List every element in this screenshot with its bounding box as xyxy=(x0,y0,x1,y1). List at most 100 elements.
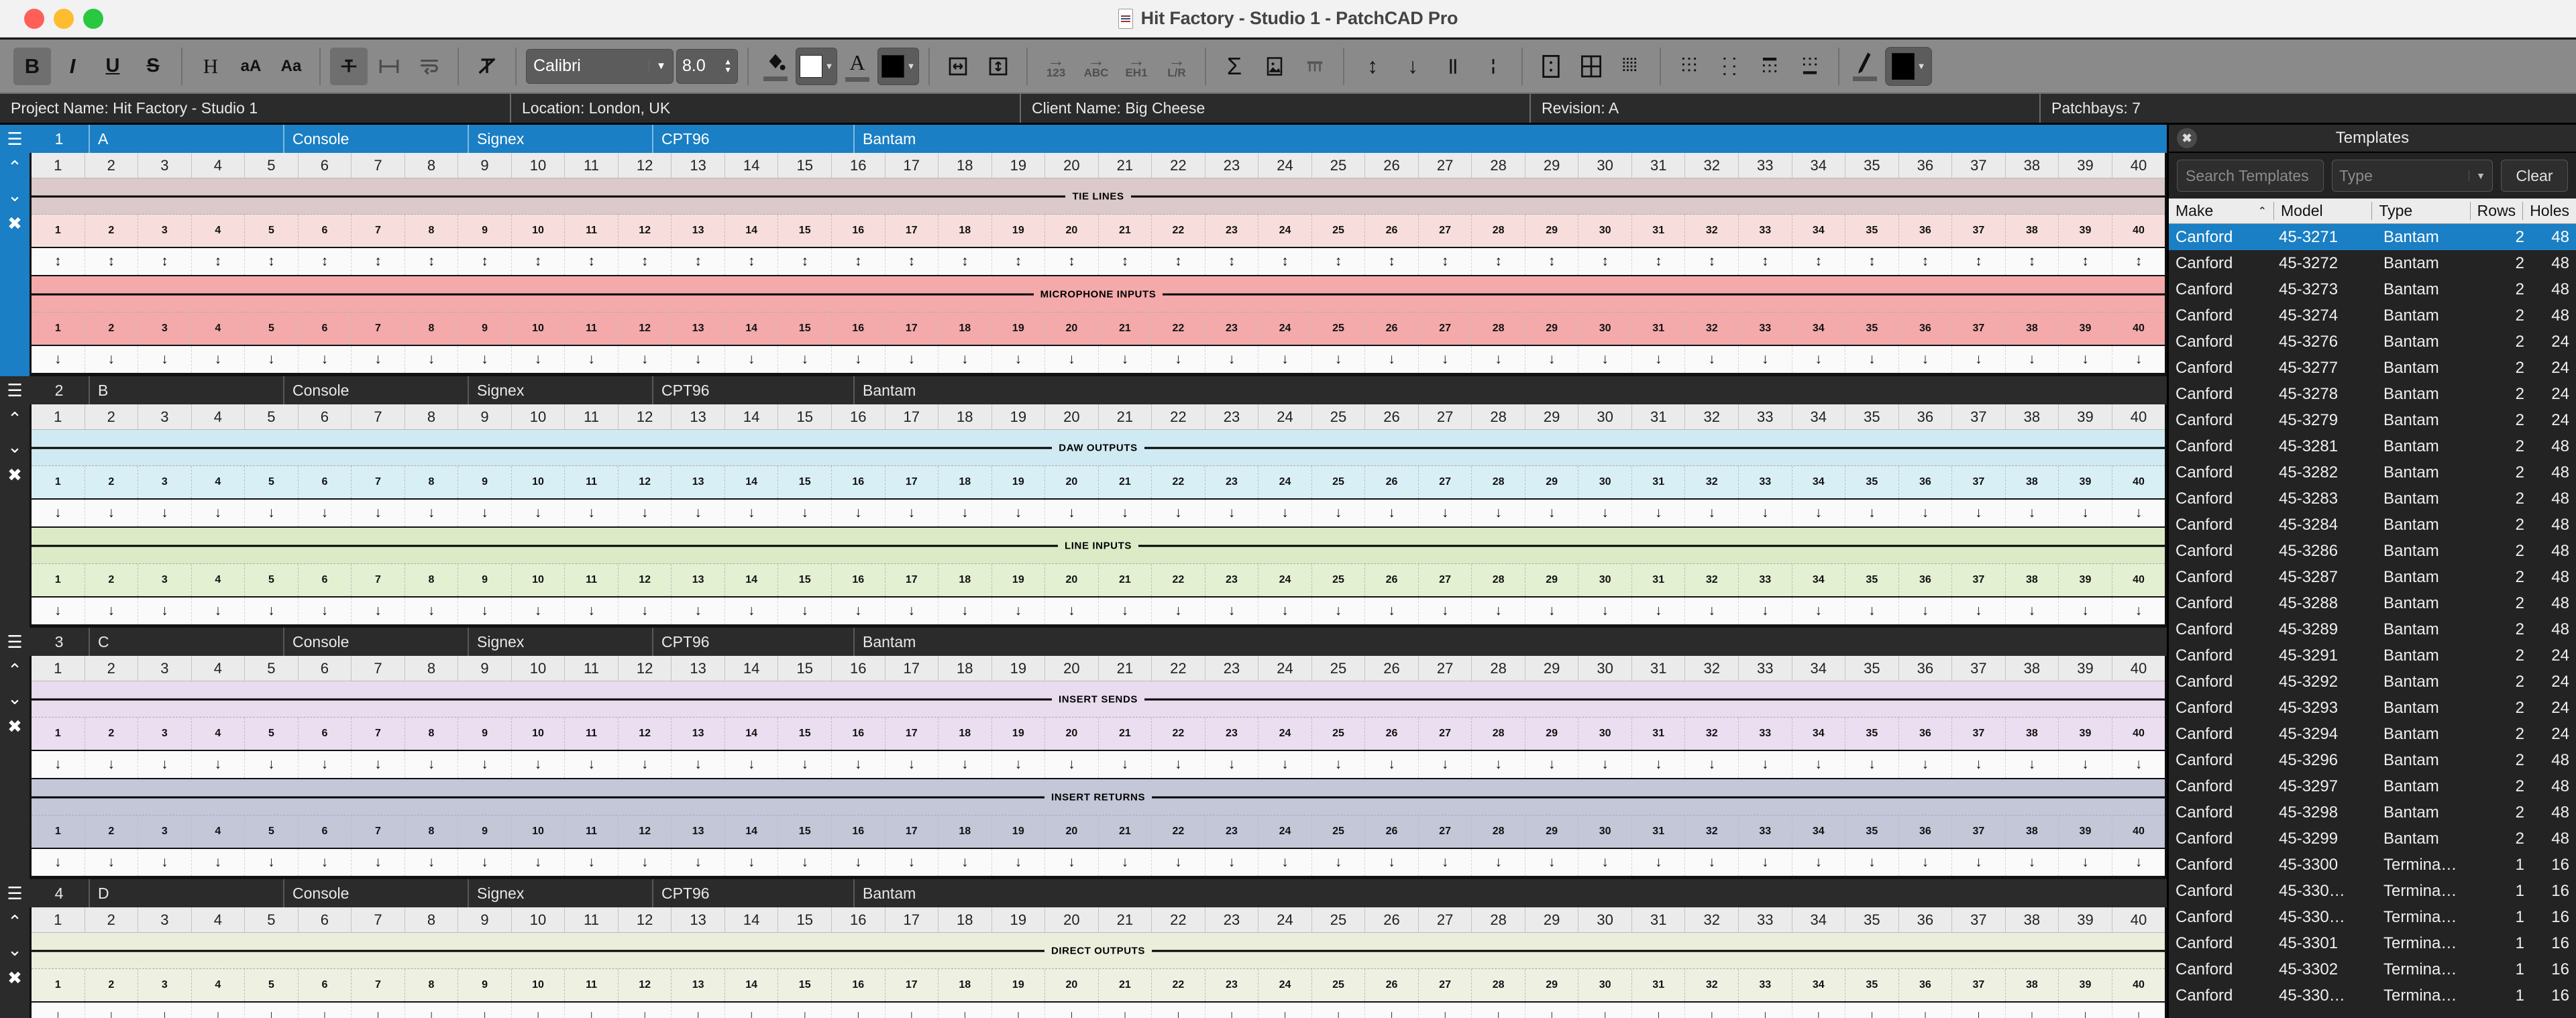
patch-point[interactable]: 6 xyxy=(299,215,352,247)
normalling-cell[interactable]: ↓ xyxy=(1632,1003,1686,1018)
patch-point[interactable]: 27 xyxy=(1419,313,1472,345)
normalling-cell[interactable]: ↕ xyxy=(2006,248,2059,275)
patch-point[interactable]: 18 xyxy=(938,215,992,247)
chevron-down-icon[interactable]: ⌄ xyxy=(7,433,22,461)
section-band[interactable]: DAW OUTPUTS xyxy=(32,430,2165,466)
normalling-cell[interactable]: ↓ xyxy=(138,500,192,526)
patchbay-col-console[interactable]: Console xyxy=(283,879,468,907)
normalling-cell[interactable]: ↓ xyxy=(1899,751,1953,778)
patch-point[interactable]: 18 xyxy=(938,313,992,345)
patch-point[interactable]: 28 xyxy=(1472,969,1525,1001)
patch-point[interactable]: 5 xyxy=(245,815,299,848)
normalling-cell[interactable]: ↓ xyxy=(192,346,246,373)
normalling-cell[interactable]: ↓ xyxy=(245,849,299,876)
patch-point[interactable]: 7 xyxy=(352,564,405,596)
normalling-cell[interactable]: ↓ xyxy=(352,346,405,373)
patch-point[interactable]: 3 xyxy=(138,466,192,498)
normalling-cell[interactable]: ↓ xyxy=(1312,751,1366,778)
patch-point[interactable]: 32 xyxy=(1685,815,1739,848)
patch-point[interactable]: 36 xyxy=(1899,969,1953,1001)
menu-icon[interactable]: ☰ xyxy=(7,628,22,656)
normalling-cell[interactable]: ↓ xyxy=(992,500,1046,526)
normalling-cell[interactable]: ↓ xyxy=(1845,849,1899,876)
patch-point[interactable]: 38 xyxy=(2006,313,2059,345)
patch-point[interactable]: 14 xyxy=(725,215,779,247)
patch-point[interactable]: 27 xyxy=(1419,718,1472,750)
patch-point[interactable]: 5 xyxy=(245,215,299,247)
normalling-cell[interactable]: ↓ xyxy=(1578,346,1632,373)
patch-point[interactable]: 18 xyxy=(938,718,992,750)
normalling-row[interactable]: ↓ ↓ ↓ ↓ ↓ ↓ ↓ ↓ ↓ ↓ ↓ ↓ ↓ ↓ ↓ ↓ ↓ ↓ ↓ ↓ ↓ ↓ ↓ ↓ ↓ ↓ ↓ ↓ ↓ ↓ ↓ ↓ ↓ ↓ ↓ ↓ ↓ ↓ ↓ ↓ xyxy=(32,596,2165,626)
patch-point[interactable]: 28 xyxy=(1472,466,1525,498)
patch-point[interactable]: 21 xyxy=(1099,215,1152,247)
normalling-cell[interactable]: ↓ xyxy=(778,500,832,526)
normalling-cell[interactable]: ↕ xyxy=(938,248,992,275)
normalling-cell[interactable]: ↓ xyxy=(1099,500,1152,526)
normalling-cell[interactable]: ↓ xyxy=(512,849,566,876)
patch-point[interactable]: 11 xyxy=(565,313,619,345)
normalling-row[interactable]: ↓ ↓ ↓ ↓ ↓ ↓ ↓ ↓ ↓ ↓ ↓ ↓ ↓ ↓ ↓ ↓ ↓ ↓ ↓ ↓ ↓ ↓ ↓ ↓ ↓ ↓ ↓ ↓ ↓ ↓ ↓ ↓ ↓ ↓ ↓ ↓ ↓ ↓ ↓ ↓ xyxy=(32,848,2165,877)
normalling-cell[interactable]: ↓ xyxy=(1472,849,1525,876)
patch-point[interactable]: 26 xyxy=(1365,718,1419,750)
templates-table-body[interactable]: Canford 45-3271 Bantam 2 48 Canford 45-3272 Ban… xyxy=(2169,224,2576,1018)
patch-point[interactable]: 19 xyxy=(992,815,1046,848)
normal-full-button[interactable] xyxy=(1434,48,1472,85)
patch-point[interactable]: 22 xyxy=(1152,466,1205,498)
patch-point[interactable]: 10 xyxy=(512,815,566,848)
patch-point[interactable]: 25 xyxy=(1312,215,1366,247)
normalling-cell[interactable]: ↓ xyxy=(1419,849,1472,876)
normalling-cell[interactable]: ↓ xyxy=(1739,346,1792,373)
patch-point[interactable]: 6 xyxy=(299,815,352,848)
patch-point[interactable]: 4 xyxy=(192,313,246,345)
table-row[interactable]: Canford 45-3281 Bantam 2 48 xyxy=(2169,433,2576,459)
normalling-cell[interactable]: ↓ xyxy=(1952,1003,2006,1018)
normalling-cell[interactable]: ↓ xyxy=(512,751,566,778)
normalling-cell[interactable]: ↓ xyxy=(85,849,139,876)
normalling-cell[interactable]: ↓ xyxy=(1632,849,1686,876)
section-band[interactable]: MICROPHONE INPUTS xyxy=(32,276,2165,313)
patch-point[interactable]: 1 xyxy=(32,815,85,848)
chevron-up-icon[interactable]: ⌃ xyxy=(7,153,22,181)
normalling-cell[interactable]: ↓ xyxy=(1365,500,1419,526)
normalling-cell[interactable]: ↕ xyxy=(2112,248,2165,275)
patch-point[interactable]: 10 xyxy=(512,215,566,247)
column-header-holes[interactable]: Holes xyxy=(2522,202,2576,220)
normalling-cell[interactable]: ↓ xyxy=(1312,598,1366,624)
patch-point[interactable]: 29 xyxy=(1525,313,1579,345)
section-number-row[interactable]: 1 2 3 4 5 6 7 8 9 10 11 12 13 14 15 16 17 18 19 20 21 22 23 24 2… xyxy=(32,564,2165,596)
clear-format-button[interactable] xyxy=(468,48,506,85)
normalling-cell[interactable]: ↓ xyxy=(1045,1003,1099,1018)
normalling-cell[interactable]: ↓ xyxy=(1312,849,1366,876)
normalling-cell[interactable]: ↕ xyxy=(1578,248,1632,275)
normalling-cell[interactable]: ↓ xyxy=(1899,500,1953,526)
normalling-cell[interactable]: ↕ xyxy=(1312,248,1366,275)
patch-point[interactable]: 28 xyxy=(1472,564,1525,596)
table-row[interactable]: Canford 45-3288 Bantam 2 48 xyxy=(2169,590,2576,616)
patch-point[interactable]: 39 xyxy=(2059,466,2112,498)
normalling-cell[interactable]: ↓ xyxy=(405,751,459,778)
bold-button[interactable]: B xyxy=(13,47,51,85)
patch-point[interactable]: 20 xyxy=(1045,313,1099,345)
normalling-cell[interactable]: ↕ xyxy=(2059,248,2112,275)
patch-point[interactable]: 17 xyxy=(885,313,939,345)
patch-point[interactable]: 37 xyxy=(1952,313,2006,345)
underline-button[interactable]: U xyxy=(94,48,131,85)
table-row[interactable]: Canford 45-330… Termina… 1 16 xyxy=(2169,904,2576,930)
patch-point[interactable]: 23 xyxy=(1205,718,1259,750)
patch-point[interactable]: 23 xyxy=(1205,969,1259,1001)
normalling-cell[interactable]: ↓ xyxy=(1632,500,1686,526)
patch-point[interactable]: 12 xyxy=(619,466,672,498)
normalling-cell[interactable]: ↓ xyxy=(619,849,672,876)
normalling-cell[interactable]: ↕ xyxy=(565,248,619,275)
patch-point[interactable]: 13 xyxy=(672,564,725,596)
table-row[interactable]: Canford 45-3292 Bantam 2 24 xyxy=(2169,669,2576,695)
patch-point[interactable]: 30 xyxy=(1578,215,1632,247)
chevron-up-icon[interactable]: ⌃ xyxy=(7,907,22,936)
patch-point[interactable]: 27 xyxy=(1419,815,1472,848)
column-header-make[interactable]: Make ⌃ xyxy=(2169,202,2273,220)
section-band[interactable]: TIE LINES xyxy=(32,178,2165,215)
patchbay-col-make[interactable]: Signex xyxy=(468,125,652,153)
patch-point[interactable]: 17 xyxy=(885,564,939,596)
patch-point[interactable]: 33 xyxy=(1739,718,1792,750)
patch-point[interactable]: 13 xyxy=(672,466,725,498)
